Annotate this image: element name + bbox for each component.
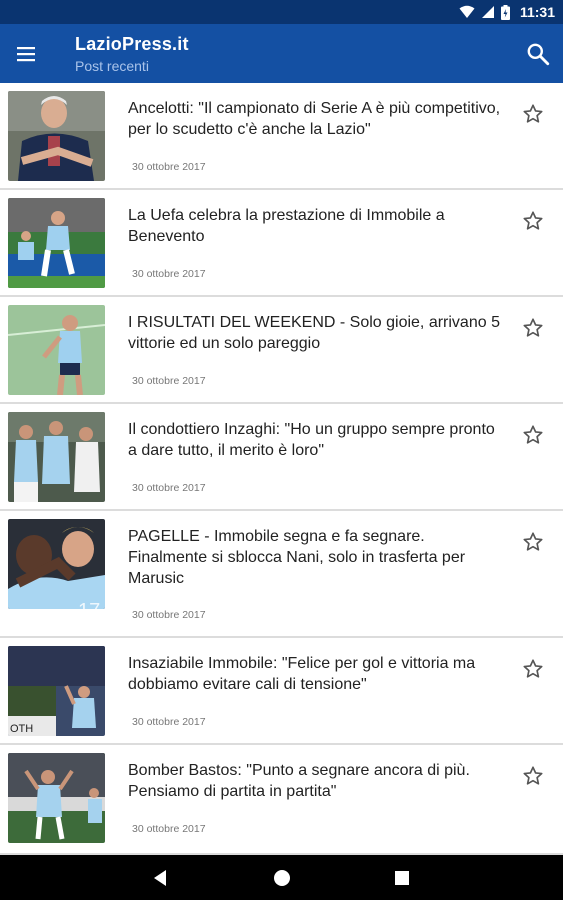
post-item[interactable]: Ancelotti: "Il campionato di Serie A è p… [0,83,563,190]
star-outline-icon[interactable] [522,210,544,232]
search-icon[interactable] [525,41,551,67]
status-time: 11:31 [519,4,555,20]
post-title: La Uefa celebra la prestazione di Immobi… [128,207,445,245]
battery-icon [500,4,510,20]
post-date: 30 ottobre 2017 [132,716,206,728]
star-outline-icon[interactable] [522,531,544,553]
post-item[interactable]: I RISULTATI DEL WEEKEND - Solo gioie, ar… [0,297,563,404]
star-outline-icon[interactable] [522,658,544,680]
recents-square-icon[interactable] [391,867,413,889]
star-outline-icon[interactable] [522,103,544,125]
post-thumbnail [8,198,105,288]
post-thumbnail [8,753,105,843]
post-item[interactable]: 17 PAGELLE - Immobile segna e fa segnare… [0,511,563,638]
menu-icon[interactable] [14,42,38,66]
status-icons: 11:31 [459,3,555,21]
post-title: Ancelotti: "Il campionato di Serie A è p… [128,100,501,138]
post-item[interactable]: OTH Insaziabile Immobile: "Felice per go… [0,638,563,745]
star-outline-icon[interactable] [522,424,544,446]
app-subtitle: Post recenti [75,58,149,74]
post-title: I RISULTATI DEL WEEKEND - Solo gioie, ar… [128,314,500,352]
app-bar: LazioPress.it Post recenti [0,24,563,83]
post-item[interactable]: Il condottiero Inzaghi: "Ho un gruppo se… [0,404,563,511]
post-date: 30 ottobre 2017 [132,268,206,280]
post-date: 30 ottobre 2017 [132,161,206,173]
post-list: Ancelotti: "Il campionato di Serie A è p… [0,83,563,855]
post-date: 30 ottobre 2017 [132,609,206,621]
post-thumbnail [8,412,105,502]
status-bar: 11:31 [0,0,563,24]
post-date: 30 ottobre 2017 [132,482,206,494]
svg-text:17: 17 [78,600,100,609]
post-title: PAGELLE - Immobile segna e fa segnare. F… [128,528,466,587]
app-title: LazioPress.it [75,34,189,54]
post-date: 30 ottobre 2017 [132,375,206,387]
post-title: Insaziabile Immobile: "Felice per gol e … [128,655,476,693]
back-triangle-icon[interactable] [150,867,172,889]
signal-icon [481,6,494,18]
post-title: Bomber Bastos: "Punto a segnare ancora d… [128,762,470,800]
navigation-bar [0,855,563,900]
post-item[interactable]: La Uefa celebra la prestazione di Immobi… [0,190,563,297]
wifi-icon [459,5,475,18]
post-date: 30 ottobre 2017 [132,823,206,835]
home-circle-icon[interactable] [271,867,293,889]
star-outline-icon[interactable] [522,765,544,787]
post-thumbnail: OTH [8,646,105,736]
svg-text:OTH: OTH [10,723,33,735]
post-thumbnail [8,91,105,181]
star-outline-icon[interactable] [522,317,544,339]
post-thumbnail: 17 [8,519,105,609]
post-thumbnail [8,305,105,395]
post-item[interactable]: Bomber Bastos: "Punto a segnare ancora d… [0,745,563,855]
post-title: Il condottiero Inzaghi: "Ho un gruppo se… [128,421,495,459]
